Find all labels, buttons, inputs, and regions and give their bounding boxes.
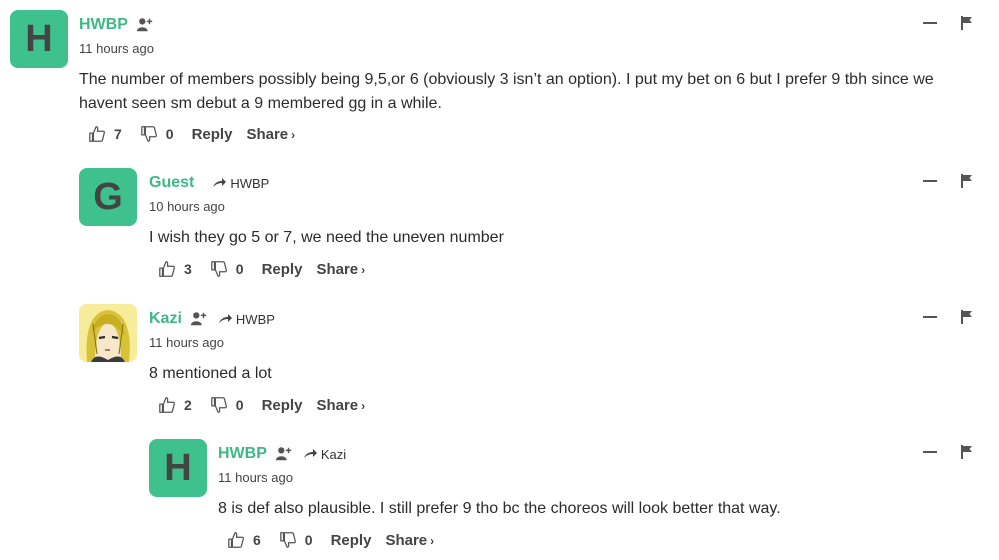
collapse-icon[interactable]	[923, 451, 937, 453]
flag-icon[interactable]	[961, 445, 973, 459]
upvote-button[interactable]: 7	[88, 125, 122, 143]
collapse-icon[interactable]	[923, 180, 937, 182]
avatar[interactable]: G	[79, 168, 137, 226]
comment-tools	[923, 310, 973, 324]
comment-tools	[923, 174, 973, 188]
comment-actions: 6 0 Reply Share ›	[227, 531, 434, 549]
thumbs-down-icon	[279, 532, 296, 548]
thumbs-down-icon	[210, 397, 227, 413]
author-name[interactable]: Guest	[149, 174, 194, 192]
comment-tools	[923, 445, 973, 459]
upvote-count: 7	[114, 126, 122, 142]
comment-text: I wish they go 5 or 7, we need the uneve…	[149, 229, 504, 246]
downvote-count: 0	[235, 261, 244, 277]
reply-to-name: HWBP	[235, 311, 275, 327]
collapse-icon[interactable]	[923, 22, 937, 24]
comment-text: 8 is def also plausible. I still prefer …	[218, 500, 781, 517]
avatar-letter: H	[25, 17, 53, 60]
timestamp[interactable]: 11 hours ago	[149, 335, 224, 350]
collapse-icon[interactable]	[923, 316, 937, 318]
chevron-right-icon: ›	[361, 398, 366, 413]
downvote-button[interactable]: 0	[210, 396, 244, 414]
reply-to-name: Kazi	[320, 446, 347, 462]
upvote-button[interactable]: 2	[158, 396, 192, 414]
upvote-count: 2	[184, 397, 192, 413]
avatar[interactable]: H	[149, 439, 207, 497]
comment-actions: 7 0 Reply Share ›	[88, 125, 295, 143]
share-label: Share	[316, 396, 359, 414]
reply-button[interactable]: Reply	[192, 126, 233, 143]
thumbs-down-icon	[210, 261, 227, 277]
upvote-button[interactable]: 6	[227, 531, 261, 549]
downvote-button[interactable]: 0	[140, 125, 174, 143]
reply-to[interactable]: Kazi	[303, 447, 346, 462]
reply-to[interactable]: HWBP	[218, 312, 275, 327]
upvote-button[interactable]: 3	[158, 260, 192, 278]
comment-tools	[923, 16, 973, 30]
avatar-image	[79, 304, 137, 362]
share-button[interactable]: Share ›	[316, 397, 365, 414]
downvote-count: 0	[235, 397, 244, 413]
reply-arrow-icon	[218, 314, 232, 323]
timestamp[interactable]: 10 hours ago	[149, 199, 225, 214]
timestamp[interactable]: 11 hours ago	[218, 470, 293, 485]
avatar-letter: H	[164, 446, 192, 489]
reply-to[interactable]: HWBP	[212, 176, 269, 191]
downvote-button[interactable]: 0	[210, 260, 244, 278]
comment-actions: 3 0 Reply Share ›	[158, 260, 365, 278]
chevron-right-icon: ›	[291, 127, 296, 142]
upvote-count: 6	[253, 532, 261, 548]
author-name[interactable]: HWBP	[79, 16, 128, 34]
reply-to-name: HWBP	[230, 175, 270, 191]
follow-user-icon[interactable]	[136, 16, 154, 34]
avatar-letter: G	[93, 175, 123, 218]
reply-button[interactable]: Reply	[262, 397, 303, 414]
downvote-button[interactable]: 0	[279, 531, 313, 549]
reply-arrow-icon	[213, 178, 227, 187]
reply-button[interactable]: Reply	[262, 261, 303, 278]
chevron-right-icon: ›	[361, 262, 366, 277]
comment-text: The number of members possibly being 9,5…	[79, 71, 934, 112]
chevron-right-icon: ›	[430, 533, 435, 548]
thumbs-up-icon	[159, 397, 176, 413]
follow-user-icon[interactable]	[190, 310, 208, 328]
share-label: Share	[385, 531, 428, 549]
author-name[interactable]: Kazi	[149, 310, 182, 328]
thumbs-down-icon	[140, 126, 157, 142]
upvote-count: 3	[184, 261, 192, 277]
share-label: Share	[246, 125, 289, 143]
thumbs-up-icon	[89, 126, 106, 142]
timestamp[interactable]: 11 hours ago	[79, 41, 154, 56]
comment-actions: 2 0 Reply Share ›	[158, 396, 365, 414]
share-button[interactable]: Share ›	[316, 261, 365, 278]
follow-user-icon[interactable]	[275, 445, 293, 463]
share-button[interactable]: Share ›	[246, 126, 295, 143]
avatar[interactable]	[79, 304, 137, 362]
comment-thread: H HWBP 11 hours ago The number of member…	[0, 0, 999, 560]
flag-icon[interactable]	[961, 310, 973, 324]
downvote-count: 0	[165, 126, 174, 142]
share-button[interactable]: Share ›	[385, 532, 434, 549]
reply-button[interactable]: Reply	[331, 532, 372, 549]
share-label: Share	[316, 260, 359, 278]
downvote-count: 0	[304, 532, 313, 548]
thumbs-up-icon	[159, 261, 176, 277]
comment-text: 8 mentioned a lot	[149, 365, 272, 382]
flag-icon[interactable]	[961, 174, 973, 188]
reply-arrow-icon	[303, 449, 317, 458]
thumbs-up-icon	[228, 532, 245, 548]
avatar[interactable]: H	[10, 10, 68, 68]
author-name[interactable]: HWBP	[218, 445, 267, 463]
flag-icon[interactable]	[961, 16, 973, 30]
